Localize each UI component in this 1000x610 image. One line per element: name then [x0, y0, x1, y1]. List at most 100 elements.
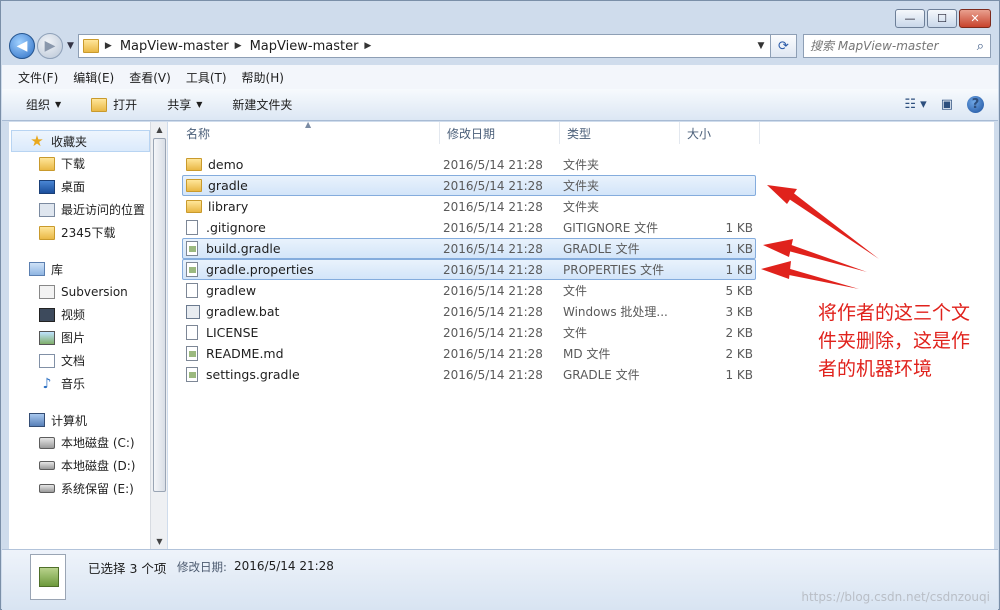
nav-item-pictures[interactable]: 图片: [9, 326, 150, 349]
table-row[interactable]: gradlew.bat 2016/5/14 21:28 Windows 批处理...…: [182, 301, 756, 322]
nav-item-drive-c[interactable]: 本地磁盘 (C:): [9, 431, 150, 454]
file-type: Windows 批处理...: [563, 305, 668, 319]
folder-icon: [39, 225, 55, 240]
open-button[interactable]: 打开: [91, 96, 137, 113]
table-row[interactable]: library 2016/5/14 21:28 文件夹: [182, 196, 756, 217]
share-button[interactable]: 共享 ▼: [167, 96, 202, 113]
menu-edit[interactable]: 编辑(E): [73, 69, 114, 86]
file-type: GRADLE 文件: [563, 368, 640, 382]
nav-item-subversion[interactable]: Subversion: [9, 280, 150, 303]
nav-item-label: 下载: [61, 157, 86, 171]
menu-tools[interactable]: 工具(T): [186, 69, 227, 86]
help-icon[interactable]: ?: [967, 96, 984, 113]
chevron-right-icon[interactable]: ▶: [235, 41, 242, 51]
column-type[interactable]: 类型: [560, 122, 680, 144]
column-date[interactable]: 修改日期: [440, 122, 560, 144]
file-date: 2016/5/14 21:28: [443, 241, 543, 256]
nav-item-desktop[interactable]: 桌面: [9, 175, 150, 198]
column-headers: 名称 修改日期 类型 大小: [168, 122, 994, 144]
organize-button[interactable]: 组织 ▼: [26, 96, 61, 113]
table-row[interactable]: demo 2016/5/14 21:28 文件夹: [182, 154, 756, 175]
table-row[interactable]: gradle 2016/5/14 21:28 文件夹: [182, 175, 756, 196]
music-icon: ♪: [42, 375, 52, 392]
share-label: 共享: [167, 98, 192, 112]
scroll-down-icon[interactable]: ▼: [151, 534, 168, 549]
nav-favorites[interactable]: ★ 收藏夹: [11, 130, 150, 152]
maximize-button[interactable]: ☐: [927, 9, 957, 28]
recent-pages-dropdown[interactable]: ▼: [67, 41, 74, 51]
column-name[interactable]: 名称: [168, 122, 440, 144]
file-type: GITIGNORE 文件: [563, 221, 659, 235]
breadcrumb-item[interactable]: MapView-master: [250, 39, 359, 54]
nav-item-label: 最近访问的位置: [61, 203, 146, 217]
menu-file[interactable]: 文件(F): [18, 69, 58, 86]
file-size: 1 KB: [725, 241, 753, 256]
menu-view[interactable]: 查看(V): [129, 69, 171, 86]
refresh-button[interactable]: ⟳: [771, 34, 797, 58]
table-row[interactable]: settings.gradle 2016/5/14 21:28 GRADLE 文件 1…: [182, 364, 756, 385]
search-input[interactable]: [810, 39, 977, 53]
nav-item-music[interactable]: ♪ 音乐: [9, 372, 150, 395]
table-row[interactable]: LICENSE 2016/5/14 21:28 文件 2 KB: [182, 322, 756, 343]
address-bar[interactable]: ▶ MapView-master ▶ MapView-master ▶ ▼: [77, 34, 771, 58]
file-name-cell: gradlew: [183, 283, 443, 298]
close-button[interactable]: ✕: [959, 9, 991, 28]
file-name: gradle.properties: [206, 262, 314, 277]
table-row[interactable]: .gitignore 2016/5/14 21:28 GITIGNORE 文件 1 K…: [182, 217, 756, 238]
file-date: 2016/5/14 21:28: [443, 283, 543, 298]
file-name: gradle: [208, 178, 248, 193]
nav-item-label: 2345下载: [61, 226, 116, 240]
menu-help[interactable]: 帮助(H): [242, 69, 284, 86]
table-row[interactable]: README.md 2016/5/14 21:28 MD 文件 2 KB: [182, 343, 756, 364]
table-row[interactable]: gradlew 2016/5/14 21:28 文件 5 KB: [182, 280, 756, 301]
nav-item-label: 本地磁盘 (C:): [61, 436, 135, 450]
search-box[interactable]: ⌕: [803, 34, 991, 58]
menu-bar: 文件(F) 编辑(E) 查看(V) 工具(T) 帮助(H): [2, 65, 998, 89]
search-icon[interactable]: ⌕: [977, 39, 984, 54]
chevron-right-icon[interactable]: ▶: [364, 41, 371, 51]
nav-item-label: 视频: [61, 308, 86, 322]
favorites-group: ★ 收藏夹 下载 桌面 最近访问的位置 2345下载: [9, 130, 150, 244]
nav-item-documents[interactable]: 文档: [9, 349, 150, 372]
file-type: PROPERTIES 文件: [563, 263, 665, 277]
scroll-up-icon[interactable]: ▲: [151, 122, 168, 137]
nav-computer-label: 计算机: [51, 413, 88, 428]
libraries-group: 库 Subversion 视频 图片 文档 ♪ 音乐: [9, 258, 150, 395]
preview-pane-icon[interactable]: ▣: [941, 97, 953, 112]
nav-item-2345-downloads[interactable]: 2345下载: [9, 221, 150, 244]
gradle-file-icon: [186, 241, 198, 256]
nav-item-drive-e[interactable]: 系统保留 (E:): [9, 477, 150, 500]
table-row[interactable]: build.gradle 2016/5/14 21:28 GRADLE 文件 1 KB: [182, 238, 756, 259]
nav-item-drive-d[interactable]: 本地磁盘 (D:): [9, 454, 150, 477]
nav-item-videos[interactable]: 视频: [9, 303, 150, 326]
file-icon: [186, 283, 198, 298]
table-row[interactable]: gradle.properties 2016/5/14 21:28 PROPERTI…: [182, 259, 756, 280]
view-options-icon[interactable]: ☷ ▾: [904, 97, 926, 112]
gradle-file-icon: [186, 262, 198, 277]
back-button[interactable]: ◀: [9, 33, 35, 59]
selection-count: 已选择 3 个项: [88, 561, 167, 576]
open-label: 打开: [113, 98, 138, 112]
nav-libraries[interactable]: 库: [9, 258, 150, 280]
forward-button[interactable]: ▶: [37, 33, 63, 59]
nav-item-recent[interactable]: 最近访问的位置: [9, 198, 150, 221]
scroll-thumb[interactable]: [153, 138, 166, 492]
chevron-right-icon[interactable]: ▶: [105, 41, 112, 51]
minimize-button[interactable]: —: [895, 9, 925, 28]
modified-value: 2016/5/14 21:28: [234, 559, 334, 573]
file-date: 2016/5/14 21:28: [443, 262, 543, 277]
file-type: MD 文件: [563, 347, 611, 361]
nav-computer[interactable]: 计算机: [9, 409, 150, 431]
file-name-cell: README.md: [183, 346, 443, 361]
nav-item-downloads[interactable]: 下载: [9, 152, 150, 175]
file-date: 2016/5/14 21:28: [443, 178, 543, 193]
breadcrumb-item[interactable]: MapView-master: [120, 39, 229, 54]
gradle-file-icon: [186, 346, 198, 361]
file-name-cell: LICENSE: [183, 325, 443, 340]
nav-scrollbar[interactable]: ▲ ▼: [150, 122, 167, 549]
nav-item-label: 本地磁盘 (D:): [61, 459, 136, 473]
address-dropdown[interactable]: ▼: [752, 41, 770, 51]
new-folder-button[interactable]: 新建文件夹: [232, 96, 292, 113]
column-size[interactable]: 大小: [680, 122, 760, 144]
nav-item-label: 桌面: [61, 180, 86, 194]
